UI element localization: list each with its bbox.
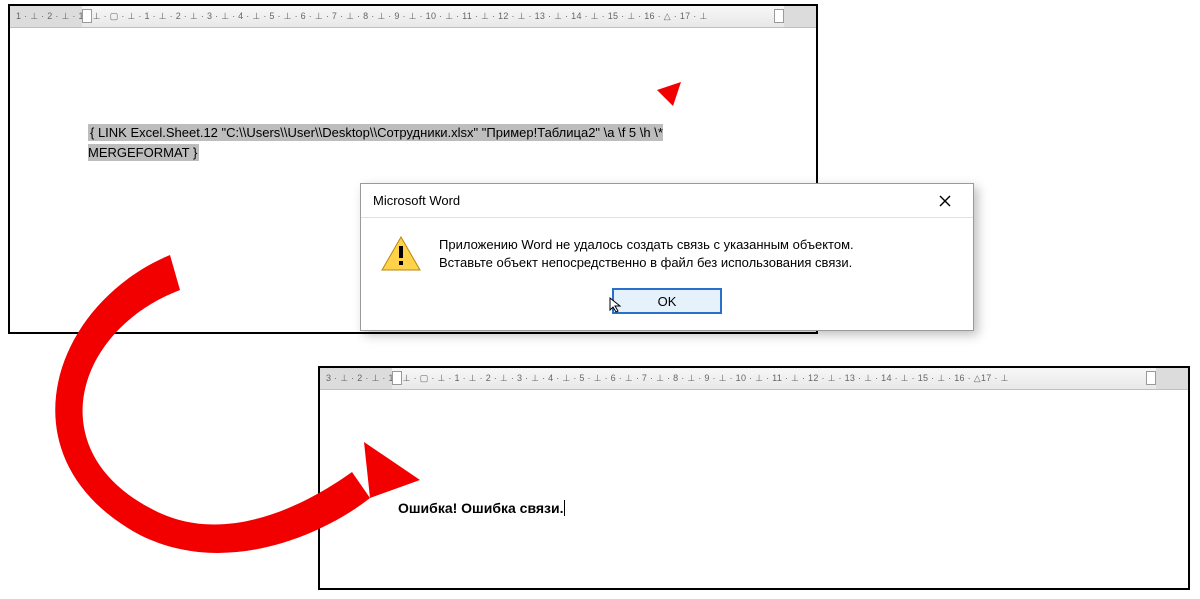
red-arrow-small-icon: [625, 78, 685, 138]
ruler-ticks: 1 · ⊥ · 2 · ⊥ · 1 · ⊥ · ▢ · ⊥ · 1 · ⊥ · …: [16, 6, 810, 27]
document-area-top[interactable]: { LINK Excel.Sheet.12 "C:\\Users\\User\\…: [10, 28, 816, 198]
ruler-top: 1 · ⊥ · 2 · ⊥ · 1 · ⊥ · ▢ · ⊥ · 1 · ⊥ · …: [10, 6, 816, 28]
close-button[interactable]: [925, 187, 965, 215]
link-field-code[interactable]: { LINK Excel.Sheet.12 "C:\\Users\\User\\…: [88, 124, 663, 161]
dialog-titlebar[interactable]: Microsoft Word: [361, 184, 973, 218]
left-indent-marker-icon[interactable]: [82, 9, 92, 23]
field-code-line2: MERGEFORMAT }: [88, 145, 197, 160]
cursor-icon: [608, 296, 626, 314]
ruler-bottom: 3 · ⊥ · 2 · ⊥ · 1 · ⊥ · ▢ · ⊥ · 1 · ⊥ · …: [320, 368, 1188, 390]
warning-icon: [381, 236, 421, 272]
left-indent-marker-icon[interactable]: [392, 371, 402, 385]
dialog-title: Microsoft Word: [373, 193, 925, 208]
error-dialog: Microsoft Word Приложению Word не удалос…: [360, 183, 974, 331]
field-code-line1: { LINK Excel.Sheet.12 "C:\\Users\\User\\…: [90, 125, 663, 140]
right-indent-marker-icon[interactable]: [774, 9, 784, 23]
ruler-ticks-bottom: 3 · ⊥ · 2 · ⊥ · 1 · ⊥ · ▢ · ⊥ · 1 · ⊥ · …: [326, 368, 1182, 389]
dialog-message-line2: Вставьте объект непосредственно в файл б…: [439, 254, 854, 272]
dialog-message-line1: Приложению Word не удалось создать связь…: [439, 236, 854, 254]
text-caret-icon: [564, 500, 565, 516]
dialog-message: Приложению Word не удалось создать связь…: [439, 236, 854, 272]
ok-button-label: OK: [658, 294, 677, 309]
word-window-bottom: 3 · ⊥ · 2 · ⊥ · 1 · ⊥ · ▢ · ⊥ · 1 · ⊥ · …: [318, 366, 1190, 590]
close-icon: [939, 195, 951, 207]
ok-button[interactable]: OK: [612, 288, 722, 314]
document-area-bottom[interactable]: Ошибка! Ошибка связи.: [320, 390, 1188, 560]
right-indent-marker-icon[interactable]: [1146, 371, 1156, 385]
link-error-text: Ошибка! Ошибка связи.: [398, 500, 563, 516]
